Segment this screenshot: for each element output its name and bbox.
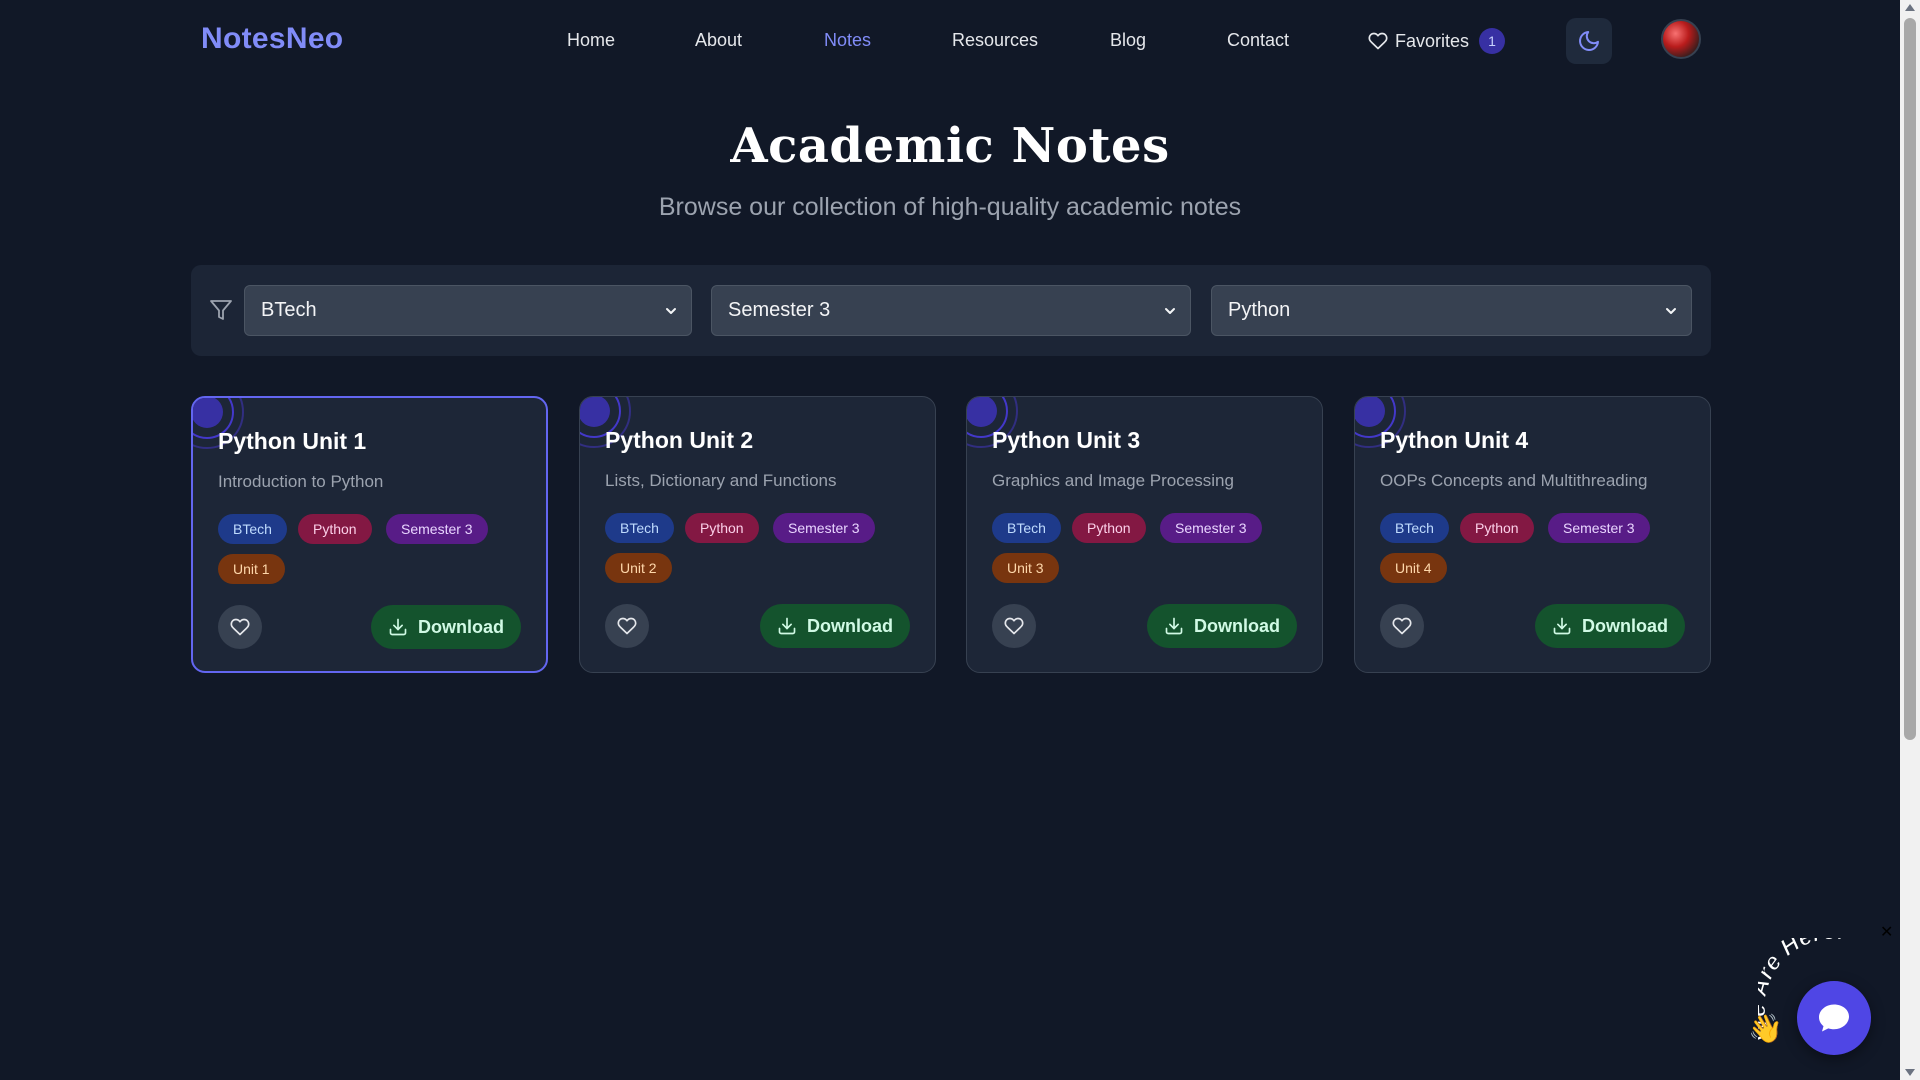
tag-semester: Semester 3 bbox=[1548, 513, 1650, 543]
note-card: Python Unit 2 Lists, Dictionary and Func… bbox=[579, 396, 936, 673]
heart-icon bbox=[1368, 32, 1388, 50]
scroll-down-arrow-icon[interactable] bbox=[1905, 1069, 1915, 1076]
card-description: OOPs Concepts and Multithreading bbox=[1380, 471, 1648, 490]
semester-select[interactable]: Semester 3 bbox=[711, 285, 1191, 336]
download-label: Download bbox=[1582, 615, 1668, 636]
tag-unit: Unit 4 bbox=[1380, 553, 1447, 583]
tag-subject: Python bbox=[685, 513, 759, 543]
program-select-value: BTech bbox=[261, 299, 317, 321]
download-icon bbox=[778, 617, 796, 635]
card-description: Lists, Dictionary and Functions bbox=[605, 471, 837, 490]
download-button[interactable]: Download bbox=[371, 605, 521, 649]
favorites-link[interactable]: Favorites 1 bbox=[1368, 28, 1506, 54]
wave-hand-icon: 👋 bbox=[1748, 1013, 1783, 1044]
card-title: Python Unit 2 bbox=[605, 427, 754, 453]
note-card: Python Unit 4 OOPs Concepts and Multithr… bbox=[1354, 396, 1711, 673]
filter-bar: BTech Semester 3 Python bbox=[191, 265, 1711, 356]
download-button[interactable]: Download bbox=[760, 604, 910, 648]
chevron-down-icon bbox=[666, 308, 676, 314]
tag-subject: Python bbox=[298, 514, 372, 544]
note-card: Python Unit 3 Graphics and Image Process… bbox=[966, 396, 1323, 673]
tag-program: BTech bbox=[605, 513, 674, 543]
page-scrollbar[interactable] bbox=[1900, 0, 1920, 1080]
favorite-button[interactable] bbox=[1380, 604, 1424, 648]
tag-subject: Python bbox=[1072, 513, 1146, 543]
page-title: Academic Notes bbox=[730, 118, 1170, 174]
download-icon bbox=[1165, 617, 1183, 635]
chat-bubble-icon bbox=[1819, 1004, 1849, 1032]
download-label: Download bbox=[418, 616, 504, 637]
nav-link-notes[interactable]: Notes bbox=[824, 30, 871, 51]
tag-semester: Semester 3 bbox=[386, 514, 488, 544]
favorites-label: Favorites bbox=[1395, 30, 1470, 51]
nav-link-blog[interactable]: Blog bbox=[1110, 30, 1146, 51]
tag-program: BTech bbox=[218, 514, 287, 544]
heart-icon bbox=[230, 618, 250, 636]
tag-subject: Python bbox=[1460, 513, 1534, 543]
favorite-button[interactable] bbox=[992, 604, 1036, 648]
semester-select-value: Semester 3 bbox=[728, 299, 831, 321]
download-label: Download bbox=[807, 615, 893, 636]
card-title: Python Unit 4 bbox=[1380, 427, 1529, 453]
download-button[interactable]: Download bbox=[1535, 604, 1685, 648]
download-label: Download bbox=[1194, 615, 1280, 636]
site-logo[interactable]: NotesNeo bbox=[201, 22, 343, 56]
program-select[interactable]: BTech bbox=[244, 285, 692, 336]
download-icon bbox=[389, 618, 407, 636]
chat-button[interactable] bbox=[1797, 981, 1871, 1055]
scroll-up-arrow-icon[interactable] bbox=[1905, 4, 1915, 11]
nav-link-contact[interactable]: Contact bbox=[1227, 30, 1289, 51]
top-navbar: NotesNeo Home About Notes Resources Blog… bbox=[0, 0, 1900, 82]
theme-toggle-button[interactable] bbox=[1566, 18, 1612, 64]
chat-widget: We Are Here! 👋 ✕ bbox=[1740, 920, 1910, 1060]
favorites-count-badge: 1 bbox=[1479, 28, 1506, 54]
download-button[interactable]: Download bbox=[1147, 604, 1297, 648]
tag-unit: Unit 2 bbox=[605, 553, 672, 583]
card-description: Introduction to Python bbox=[218, 472, 384, 491]
card-title: Python Unit 1 bbox=[218, 428, 367, 454]
nav-link-resources[interactable]: Resources bbox=[952, 30, 1038, 51]
tag-program: BTech bbox=[1380, 513, 1449, 543]
tag-program: BTech bbox=[992, 513, 1061, 543]
heart-icon bbox=[617, 617, 637, 635]
filter-icon bbox=[210, 300, 232, 320]
heart-icon bbox=[1392, 617, 1412, 635]
heart-icon bbox=[1004, 617, 1024, 635]
scrollbar-thumb[interactable] bbox=[1904, 18, 1916, 740]
subject-select-value: Python bbox=[1228, 299, 1291, 321]
card-description: Graphics and Image Processing bbox=[992, 471, 1234, 490]
tag-semester: Semester 3 bbox=[773, 513, 875, 543]
moon-icon bbox=[1579, 31, 1599, 51]
chevron-down-icon bbox=[1666, 308, 1676, 314]
card-title: Python Unit 3 bbox=[992, 427, 1141, 453]
close-icon[interactable]: ✕ bbox=[1880, 922, 1893, 942]
nav-link-home[interactable]: Home bbox=[567, 30, 615, 51]
chevron-down-icon bbox=[1165, 308, 1175, 314]
nav-link-about[interactable]: About bbox=[695, 30, 742, 51]
page-subtitle: Browse our collection of high-quality ac… bbox=[658, 193, 1242, 221]
tag-unit: Unit 1 bbox=[218, 554, 285, 584]
tag-semester: Semester 3 bbox=[1160, 513, 1262, 543]
user-avatar[interactable] bbox=[1661, 19, 1701, 59]
note-card: Python Unit 1 Introduction to Python BTe… bbox=[191, 396, 548, 673]
subject-select[interactable]: Python bbox=[1211, 285, 1692, 336]
download-icon bbox=[1553, 617, 1571, 635]
favorite-button[interactable] bbox=[605, 604, 649, 648]
favorite-button[interactable] bbox=[218, 605, 262, 649]
tag-unit: Unit 3 bbox=[992, 553, 1059, 583]
